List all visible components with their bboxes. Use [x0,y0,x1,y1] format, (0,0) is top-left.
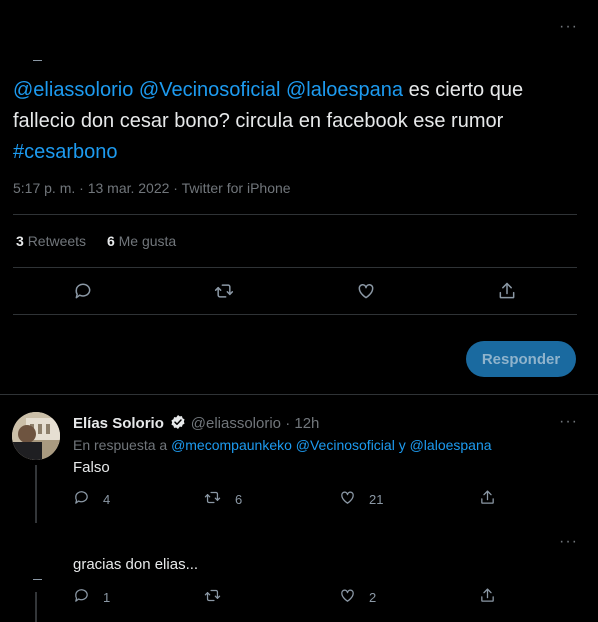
thread-line [35,592,37,622]
likes-count: 6 [106,233,115,249]
reply-text: gracias don elias... [73,556,199,573]
hashtag-link[interactable]: #cesarbono [13,141,118,163]
reply-count: 4 [103,492,111,507]
likes-stat[interactable]: 6 Me gusta [107,233,176,249]
replying-prefix: En respuesta a [73,437,168,453]
reply-text: Falso [73,459,110,476]
retweet-icon[interactable] [204,587,224,607]
tweet-stats: 3 Retweets 6 Me gusta [16,233,176,249]
verified-icon [170,414,186,435]
share-icon[interactable] [479,587,499,607]
likes-label: Me gusta [118,233,177,249]
thread-connector [33,579,42,580]
more-icon[interactable]: ··· [559,413,578,431]
divider [0,394,598,395]
like-count: 21 [369,492,384,507]
author-name[interactable]: Elías Solorio [73,415,164,432]
reply-icon[interactable] [73,281,93,301]
reply-header: Elías Solorio @eliassolorio · 12h [73,414,319,435]
tweet-text: @eliassolorio @Vecinosoficial @laloespan… [13,75,583,168]
mention-link[interactable]: @eliassolorio [13,79,133,101]
divider [13,214,577,215]
divider [13,314,577,315]
reply-icon[interactable] [73,587,93,607]
mention-link[interactable]: @laloespana [286,79,403,101]
like-count: 2 [369,590,377,605]
retweets-count: 3 [16,233,24,249]
share-icon[interactable] [479,489,499,509]
reply-button[interactable]: Responder [466,341,576,377]
tweet-timestamp[interactable]: 5:17 p. m. · 13 mar. 2022 · Twitter for … [13,180,291,196]
retweet-icon[interactable] [204,489,224,509]
more-icon[interactable]: ··· [559,18,578,36]
retweet-count: 6 [235,492,243,507]
thread-connector [33,60,42,61]
retweets-stat[interactable]: 3 Retweets [16,233,86,249]
replying-to: En respuesta a @mecompaunkeko @Vecinosof… [73,437,492,453]
mention-link[interactable]: @Vecinosoficial [139,79,280,101]
replying-mentions[interactable]: @mecompaunkeko @Vecinosoficial y @laloes… [171,437,491,453]
share-icon[interactable] [497,281,517,301]
author-handle[interactable]: @eliassolorio · 12h [191,415,320,432]
avatar[interactable] [12,412,60,460]
like-icon[interactable] [356,281,376,301]
reply-icon[interactable] [73,489,93,509]
like-icon[interactable] [339,489,359,509]
reply-count: 1 [103,590,111,605]
divider [13,267,577,268]
thread-line [35,465,37,523]
more-icon[interactable]: ··· [559,533,578,551]
retweet-icon[interactable] [214,281,234,301]
retweets-label: Retweets [27,233,87,249]
like-icon[interactable] [339,587,359,607]
